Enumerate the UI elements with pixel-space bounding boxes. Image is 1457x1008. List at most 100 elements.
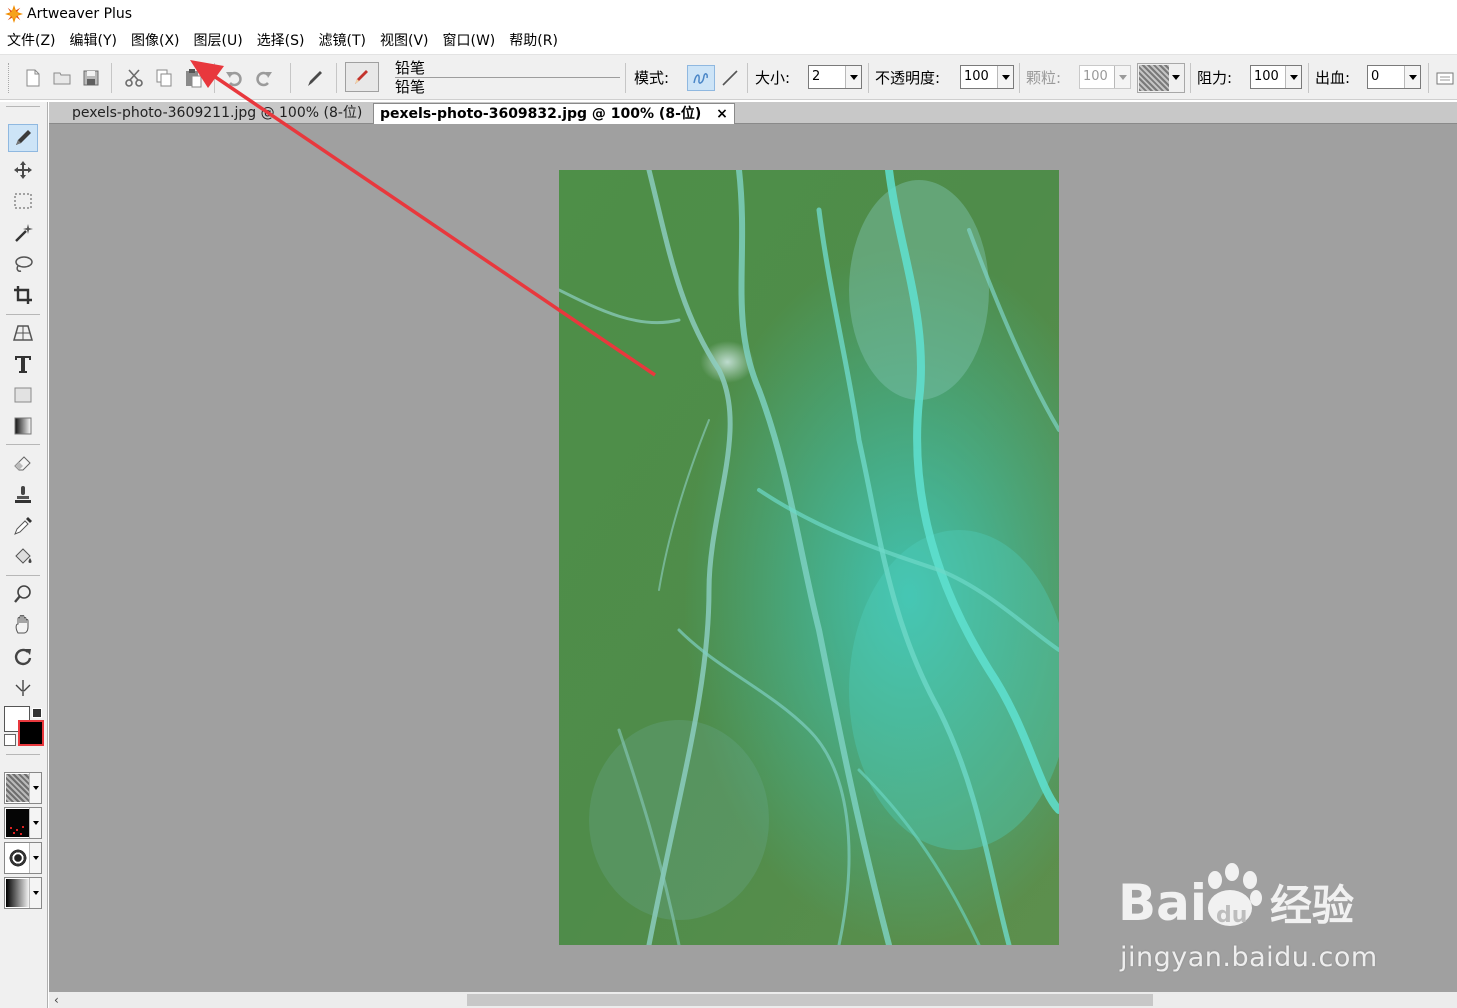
menu-file[interactable]: 文件(Z) bbox=[0, 30, 63, 52]
rotate-icon bbox=[14, 648, 32, 666]
brush-variant-label: 铅笔 bbox=[395, 78, 426, 96]
toolbar-separator bbox=[336, 63, 337, 93]
tool-crop[interactable] bbox=[8, 281, 38, 309]
magic-wand-icon bbox=[15, 224, 33, 242]
brush-tip-thumbnail bbox=[6, 844, 30, 872]
menu-view[interactable]: 视图(V) bbox=[373, 30, 436, 52]
menu-filter[interactable]: 滤镜(T) bbox=[312, 30, 373, 52]
image-canvas[interactable] bbox=[559, 170, 1059, 945]
reset-colors-icon[interactable] bbox=[4, 734, 16, 746]
menu-window[interactable]: 窗口(W) bbox=[436, 30, 503, 52]
tool-symmetry[interactable] bbox=[8, 674, 38, 702]
opacity-dropdown[interactable]: 100 bbox=[960, 65, 1014, 89]
opacity-value: 100 bbox=[964, 69, 989, 84]
title-bar: Artweaver Plus bbox=[0, 0, 1457, 28]
chevron-down-icon bbox=[29, 773, 41, 803]
chevron-down-icon[interactable] bbox=[1114, 66, 1130, 88]
size-label: 大小: bbox=[755, 69, 791, 87]
tool-stamp[interactable] bbox=[8, 481, 38, 509]
tool-eyedropper[interactable] bbox=[8, 512, 38, 540]
hand-icon bbox=[15, 615, 29, 634]
tool-rotate[interactable] bbox=[8, 643, 38, 671]
texture-preset-picker[interactable] bbox=[4, 772, 42, 804]
tab-photo-3609832[interactable]: pexels-photo-3609832.jpg @ 100% (8-位) × bbox=[373, 103, 735, 124]
cut-icon[interactable] bbox=[123, 67, 145, 89]
crop-icon bbox=[14, 286, 32, 304]
toolbar-grip[interactable] bbox=[8, 63, 11, 93]
scroll-left-icon[interactable]: ‹ bbox=[54, 993, 59, 1007]
undo-icon[interactable] bbox=[223, 67, 245, 89]
brush-tip-preset-picker[interactable] bbox=[4, 842, 42, 874]
bleed-dropdown[interactable]: 0 bbox=[1367, 65, 1421, 89]
menu-image[interactable]: 图像(X) bbox=[124, 30, 187, 52]
foreground-color-swatch[interactable] bbox=[18, 720, 44, 746]
lasso-icon bbox=[15, 256, 33, 272]
freehand-mode-icon[interactable] bbox=[687, 65, 715, 91]
tool-text[interactable] bbox=[8, 350, 38, 378]
tool-eraser[interactable] bbox=[8, 449, 38, 477]
brush-name: 铅笔 铅笔 bbox=[395, 59, 620, 96]
swap-colors-icon[interactable] bbox=[32, 708, 42, 718]
toolbar-separator bbox=[111, 63, 112, 93]
texture-swatch bbox=[1139, 65, 1169, 91]
menu-help[interactable]: 帮助(R) bbox=[502, 30, 565, 52]
tool-panel-grip bbox=[6, 106, 40, 107]
tool-paint-bucket[interactable] bbox=[8, 543, 38, 571]
menu-layer[interactable]: 图层(U) bbox=[187, 30, 250, 52]
open-folder-icon[interactable] bbox=[51, 67, 73, 89]
new-file-icon[interactable] bbox=[22, 67, 44, 89]
grain-dropdown[interactable]: 100 bbox=[1079, 65, 1131, 89]
tool-magic-wand[interactable] bbox=[8, 219, 38, 247]
tool-rect-select[interactable] bbox=[8, 187, 38, 215]
tab-label: pexels-photo-3609832.jpg @ 100% (8-位) bbox=[380, 106, 702, 122]
toolbar-separator bbox=[290, 63, 291, 93]
panel-options-icon[interactable] bbox=[1434, 67, 1456, 89]
brush-preset-picker[interactable] bbox=[345, 62, 379, 92]
toolbar-separator bbox=[214, 63, 215, 93]
line-mode-icon[interactable] bbox=[719, 67, 741, 89]
options-toolbar: 铅笔 铅笔 模式: 大小: 2 不透明度: 100 颗粒: 100 阻力: 10… bbox=[0, 54, 1457, 100]
pencil-preset-icon bbox=[355, 70, 368, 84]
menu-select[interactable]: 选择(S) bbox=[250, 30, 312, 52]
tool-gradient[interactable] bbox=[8, 412, 38, 440]
tool-perspective[interactable] bbox=[8, 319, 38, 347]
chevron-down-icon[interactable] bbox=[1285, 66, 1301, 88]
document-tabs: pexels-photo-3609211.jpg @ 100% (8-位) pe… bbox=[49, 102, 1457, 124]
save-icon[interactable] bbox=[80, 67, 102, 89]
move-icon bbox=[14, 161, 32, 179]
tool-hand[interactable] bbox=[8, 611, 38, 639]
bleed-value: 0 bbox=[1371, 69, 1380, 84]
opacity-label: 不透明度: bbox=[875, 69, 941, 87]
resist-value: 100 bbox=[1254, 69, 1279, 84]
paint-bucket-icon bbox=[15, 548, 32, 564]
close-icon[interactable]: × bbox=[716, 104, 728, 124]
scrollbar-thumb[interactable] bbox=[467, 994, 1153, 1006]
copy-icon[interactable] bbox=[153, 67, 175, 89]
size-dropdown[interactable]: 2 bbox=[808, 65, 862, 89]
pattern-preset-picker[interactable] bbox=[4, 807, 42, 839]
redo-icon[interactable] bbox=[253, 67, 275, 89]
zoom-icon bbox=[14, 585, 31, 603]
tool-pencil[interactable] bbox=[8, 124, 38, 152]
tab-photo-3609211[interactable]: pexels-photo-3609211.jpg @ 100% (8-位) bbox=[66, 103, 368, 124]
tool-zoom[interactable] bbox=[8, 580, 38, 608]
tool-separator bbox=[6, 754, 40, 755]
paste-icon[interactable] bbox=[182, 67, 204, 89]
toolbar-separator bbox=[1019, 63, 1020, 93]
texture-picker[interactable] bbox=[1137, 63, 1185, 93]
chevron-down-icon bbox=[29, 808, 41, 838]
brush-tool-icon[interactable] bbox=[304, 67, 326, 89]
resist-dropdown[interactable]: 100 bbox=[1250, 65, 1302, 89]
toolbar-separator bbox=[1190, 63, 1191, 93]
shape-icon bbox=[14, 387, 32, 403]
chevron-down-icon[interactable] bbox=[997, 66, 1013, 88]
tool-shape[interactable] bbox=[8, 381, 38, 409]
chevron-down-icon[interactable] bbox=[845, 66, 861, 88]
chevron-down-icon[interactable] bbox=[1404, 66, 1420, 88]
horizontal-scrollbar[interactable]: ‹ bbox=[49, 992, 1457, 1008]
text-icon bbox=[15, 356, 31, 373]
tool-move[interactable] bbox=[8, 156, 38, 184]
tool-lasso[interactable] bbox=[8, 250, 38, 278]
gradient-preset-picker[interactable] bbox=[4, 877, 42, 909]
menu-edit[interactable]: 编辑(Y) bbox=[63, 30, 124, 52]
